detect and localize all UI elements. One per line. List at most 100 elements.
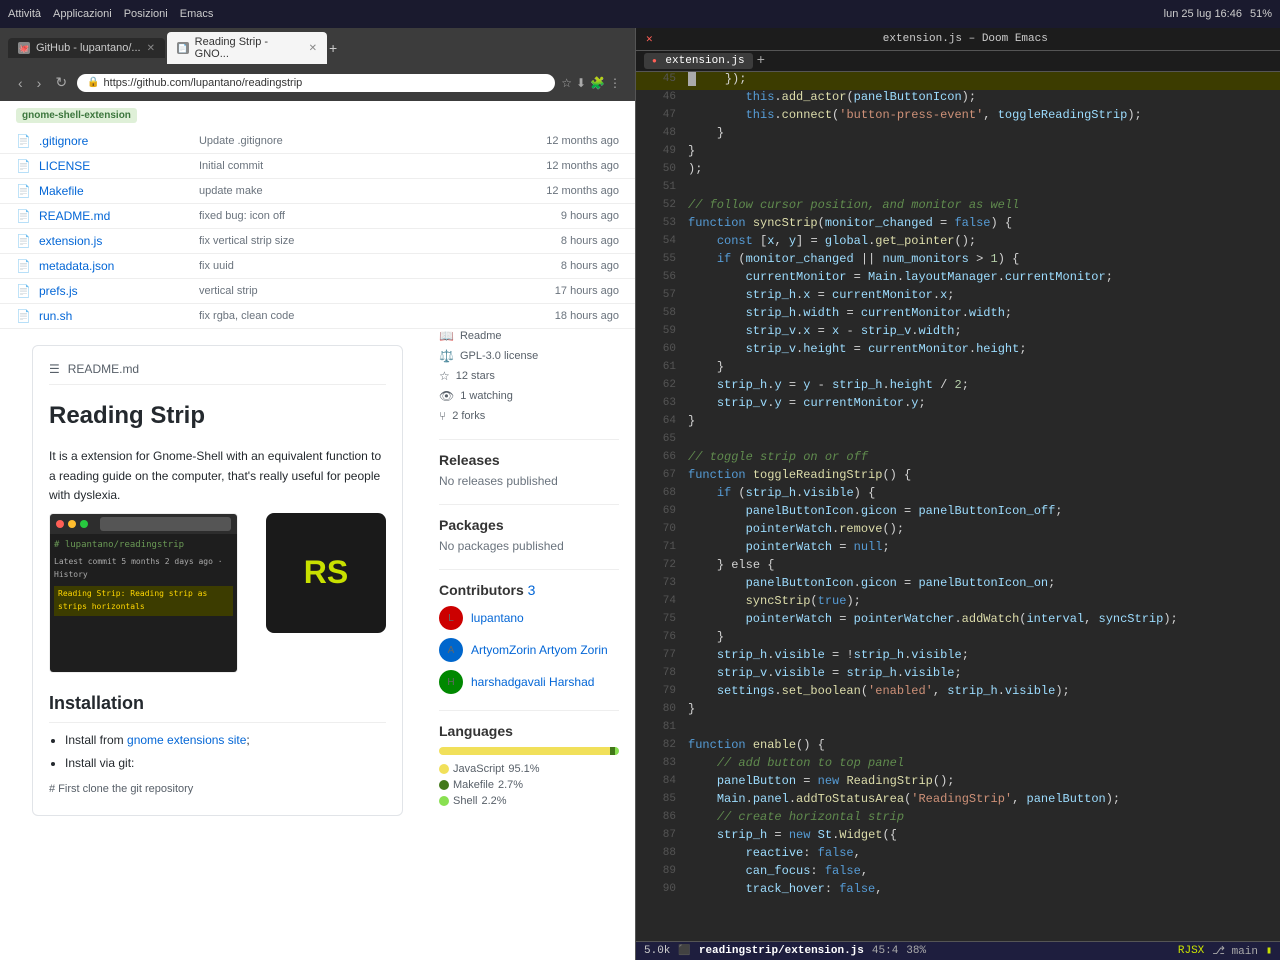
code-line-88: 88 reactive: false, xyxy=(636,846,1280,864)
reload-button[interactable]: ↻ xyxy=(51,72,71,93)
emacs-close-btn[interactable]: ✕ xyxy=(646,34,653,46)
code-line-73: 73 panelButtonIcon.gicon = panelButtonIc… xyxy=(636,576,1280,594)
line-number: 69 xyxy=(644,504,676,517)
file-name[interactable]: run.sh xyxy=(39,309,199,323)
language-bar xyxy=(439,747,619,755)
line-number: 80 xyxy=(644,702,676,715)
file-name[interactable]: Makefile xyxy=(39,184,199,198)
line-number: 57 xyxy=(644,288,676,301)
browser-chrome: 🐙 GitHub - lupantano/... ✕ 📄 Reading Str… xyxy=(0,28,635,101)
modeline-mode: RJSX xyxy=(1178,945,1204,957)
line-number: 56 xyxy=(644,270,676,283)
line-number: 76 xyxy=(644,630,676,643)
lang-dot-shell xyxy=(439,796,449,806)
code-line-84: 84 panelButton = new ReadingStrip(); xyxy=(636,774,1280,792)
contributor-2[interactable]: A ArtyomZorin Artyom Zorin xyxy=(439,638,619,662)
line-number: 60 xyxy=(644,342,676,355)
file-commit: Update .gitignore xyxy=(199,135,519,147)
avatar-harshad: H xyxy=(439,670,463,694)
sidebar-stars[interactable]: ☆ 12 stars xyxy=(439,369,619,383)
sidebar-forks[interactable]: ⑂ 2 forks xyxy=(439,409,619,423)
file-name[interactable]: extension.js xyxy=(39,234,199,248)
line-content: strip_h.y = y - strip_h.height / 2; xyxy=(688,378,1272,392)
contributor-name-3[interactable]: harshadgavali Harshad xyxy=(471,675,594,689)
readme-header-label: README.md xyxy=(68,362,139,376)
line-number: 72 xyxy=(644,558,676,571)
menu-icon[interactable]: ⋮ xyxy=(609,76,621,90)
file-name[interactable]: README.md xyxy=(39,209,199,223)
activities-btn[interactable]: Attività xyxy=(8,8,41,20)
modeline-filename: readingstrip/extension.js xyxy=(699,945,864,957)
line-number: 65 xyxy=(644,432,676,445)
code-line-61: 61 } xyxy=(636,360,1280,378)
line-content: strip_v.x = x - strip_v.width; xyxy=(688,324,1272,338)
contributor-1[interactable]: L lupantano xyxy=(439,606,619,630)
line-number: 90 xyxy=(644,882,676,895)
line-number: 71 xyxy=(644,540,676,553)
line-number: 75 xyxy=(644,612,676,625)
code-line-52: 52 // follow cursor position, and monito… xyxy=(636,198,1280,216)
applications-btn[interactable]: Applicazioni xyxy=(53,8,112,20)
line-content: // follow cursor position, and monitor a… xyxy=(688,198,1272,212)
file-icon: 📄 xyxy=(16,284,31,298)
contributors-section: Contributors 3 L lupantano A ArtyomZorin… xyxy=(439,569,619,694)
modeline-percent: 38% xyxy=(906,945,926,957)
contributor-name-2[interactable]: ArtyomZorin Artyom Zorin xyxy=(471,643,608,657)
code-line-76: 76 } xyxy=(636,630,1280,648)
emacs-tab-extension[interactable]: ● extension.js xyxy=(644,53,753,69)
file-name[interactable]: .gitignore xyxy=(39,134,199,148)
lang-name-shell: Shell xyxy=(453,795,477,807)
browser-panel: 🐙 GitHub - lupantano/... ✕ 📄 Reading Str… xyxy=(0,28,636,960)
browser-tab-reading[interactable]: 📄 Reading Strip - GNO... ✕ xyxy=(167,32,327,64)
code-line-90: 90 track_hover: false, xyxy=(636,882,1280,900)
line-content: panelButtonIcon.gicon = panelButtonIcon_… xyxy=(688,504,1272,518)
file-time: 18 hours ago xyxy=(519,310,619,322)
modeline-indicator: ▮ xyxy=(1266,945,1272,957)
file-time: 9 hours ago xyxy=(519,210,619,222)
code-line-71: 71 pointerWatch = null; xyxy=(636,540,1280,558)
file-name[interactable]: LICENSE xyxy=(39,159,199,173)
sidebar-license[interactable]: ⚖️ GPL-3.0 license xyxy=(439,349,619,363)
line-content: pointerWatch.remove(); xyxy=(688,522,1272,536)
line-number: 49 xyxy=(644,144,676,157)
file-name[interactable]: prefs.js xyxy=(39,284,199,298)
tab-close-github[interactable]: ✕ xyxy=(147,43,155,54)
contributor-3[interactable]: H harshadgavali Harshad xyxy=(439,670,619,694)
tab-close-reading[interactable]: ✕ xyxy=(309,43,317,54)
address-bar[interactable]: 🔒 https://github.com/lupantano/readingst… xyxy=(77,74,555,92)
contributor-name-1[interactable]: lupantano xyxy=(471,611,524,625)
gnome-extensions-link[interactable]: gnome extensions site xyxy=(127,733,246,747)
clone-comment: # First clone the git repository xyxy=(49,781,386,799)
bookmark-icon[interactable]: ☆ xyxy=(561,76,572,90)
lang-dot-makefile xyxy=(439,780,449,790)
line-number: 86 xyxy=(644,810,676,823)
back-button[interactable]: ‹ xyxy=(14,73,27,93)
positions-btn[interactable]: Posizioni xyxy=(124,8,168,20)
browser-tab-github[interactable]: 🐙 GitHub - lupantano/... ✕ xyxy=(8,38,165,58)
repo-badge[interactable]: gnome-shell-extension xyxy=(16,108,137,123)
new-tab-button[interactable]: + xyxy=(329,40,337,56)
table-row: 📄 LICENSE Initial commit 12 months ago xyxy=(0,154,635,179)
emacs-window-controls: ✕ xyxy=(646,32,661,46)
emacs-tab-marker: ● xyxy=(652,57,657,66)
file-icon: 📄 xyxy=(16,159,31,173)
emacs-tab-label: extension.js xyxy=(665,55,744,67)
list-item: Install via git: xyxy=(65,754,386,773)
table-row: 📄 README.md fixed bug: icon off 9 hours … xyxy=(0,204,635,229)
emacs-menu[interactable]: Emacs xyxy=(180,8,214,20)
sidebar-readme[interactable]: 📖 Readme xyxy=(439,329,619,343)
line-content xyxy=(688,432,1272,446)
sidebar-watching[interactable]: 👁 1 watching xyxy=(439,389,619,403)
forward-button[interactable]: › xyxy=(33,73,46,93)
code-line-80: 80 } xyxy=(636,702,1280,720)
extension-icon[interactable]: 🧩 xyxy=(590,76,605,90)
readme-screenshot-main: # lupantano/readingstrip Latest commit 5… xyxy=(49,513,238,673)
code-line-81: 81 xyxy=(636,720,1280,738)
line-content: strip_h.visible = !strip_h.visible; xyxy=(688,648,1272,662)
code-line-65: 65 xyxy=(636,432,1280,450)
download-icon[interactable]: ⬇ xyxy=(576,76,586,90)
file-name[interactable]: metadata.json xyxy=(39,259,199,273)
line-number: 68 xyxy=(644,486,676,499)
file-icon: 📄 xyxy=(16,309,31,323)
emacs-new-tab-btn[interactable]: + xyxy=(757,53,765,69)
